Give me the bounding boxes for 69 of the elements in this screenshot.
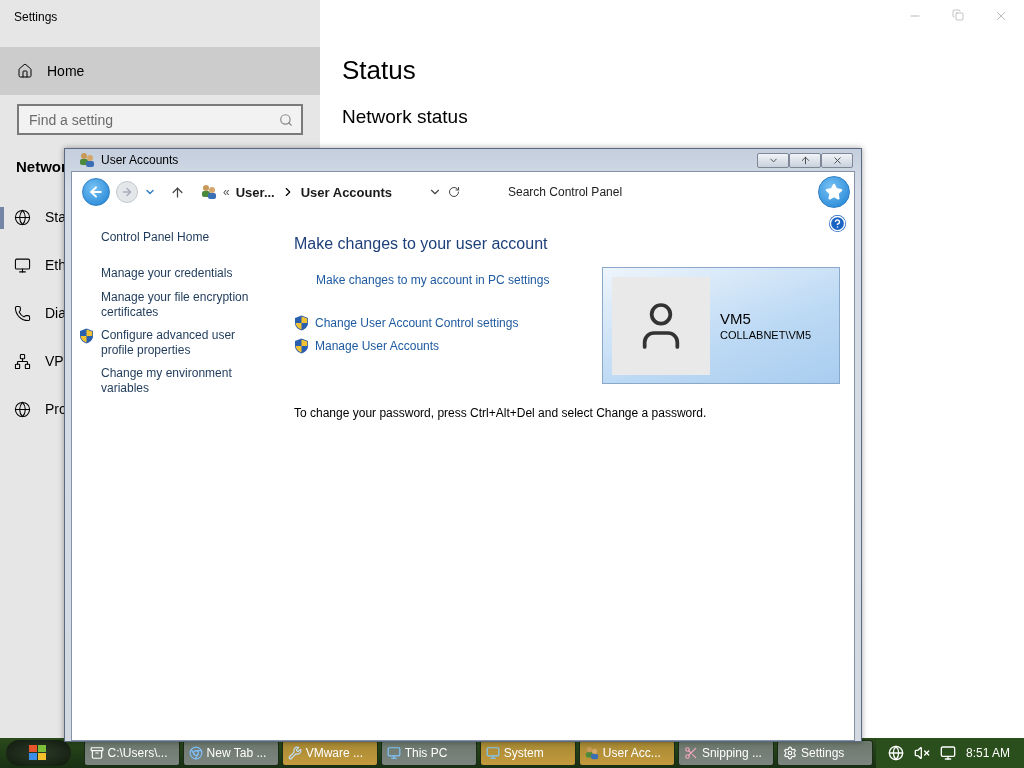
search-field[interactable]: Search Control Panel [506, 184, 810, 200]
window-title: Settings [13, 9, 59, 26]
account-name: COLLABNET\VM5 [720, 329, 812, 341]
phone-icon [14, 304, 31, 322]
star-icon [825, 183, 843, 201]
globe-icon [14, 400, 31, 418]
settings-icon [782, 746, 797, 760]
taskbar-button[interactable]: Settings [776, 740, 873, 766]
back-icon [88, 184, 104, 200]
windows-logo-icon [28, 744, 49, 762]
taskbar-button[interactable]: C:\Users\... [83, 740, 180, 766]
sidebar-link[interactable]: Change my environment variables [101, 366, 261, 396]
globe-icon[interactable] [888, 745, 904, 761]
refresh-button[interactable] [448, 186, 460, 198]
back-button[interactable] [82, 178, 110, 206]
scissors-icon [683, 746, 698, 760]
taskbar-button[interactable]: Snipping ... [677, 740, 774, 766]
nav-label: Home [47, 63, 85, 79]
sidebar-link[interactable]: Configure advanced user profile properties [101, 328, 261, 358]
clock[interactable]: 8:51 AM [966, 746, 1011, 760]
users-icon [584, 746, 599, 760]
search-field[interactable]: Find a setting [17, 104, 303, 135]
taskbar-button[interactable]: This PC [380, 740, 477, 766]
window-title: User Accounts [101, 153, 179, 167]
browser-icon [188, 746, 203, 760]
sidebar-link[interactable]: Manage your file encryption certificates [101, 290, 261, 320]
help-icon [829, 215, 846, 232]
nav-label[interactable]: VP [45, 353, 64, 369]
user-name: VM5 [720, 310, 752, 327]
task-link[interactable]: Change User Account Control settings [315, 316, 519, 330]
breadcrumb-item[interactable]: User Accounts [300, 184, 392, 200]
close-icon [831, 154, 843, 166]
sidebar-link[interactable]: Manage your credentials [101, 266, 261, 281]
maximize-button[interactable] [789, 152, 821, 168]
password-note: To change your password, press Ctrl+Alt+Del and select Change a password. [294, 406, 708, 420]
task-link[interactable]: Manage User Accounts [315, 339, 440, 353]
network-icon[interactable] [940, 745, 956, 761]
minimize-button[interactable] [757, 152, 789, 168]
network-icon [14, 352, 31, 370]
breadcrumb-item[interactable]: User... [235, 184, 275, 200]
monitor-icon [14, 256, 31, 274]
overflow-chevron[interactable]: « [223, 185, 230, 199]
section-heading: Network status [342, 106, 469, 128]
close-button[interactable] [821, 152, 853, 168]
forward-icon [121, 186, 133, 198]
section-heading: Networ [15, 157, 67, 177]
monitor-icon [485, 746, 500, 760]
sidebar-link[interactable]: Control Panel Home [101, 230, 261, 245]
help-button[interactable] [829, 215, 846, 232]
volume-muted-icon[interactable] [914, 745, 930, 761]
taskbar-button[interactable]: New Tab ... [182, 740, 279, 766]
users-icon [79, 152, 95, 168]
start-button[interactable] [6, 740, 71, 766]
page-heading: Make changes to your user account [294, 235, 549, 253]
globe-icon [14, 208, 31, 226]
page-title: Status [342, 55, 417, 86]
maximize-icon [799, 154, 811, 166]
archive-icon [89, 746, 104, 760]
wrench-icon [287, 746, 302, 760]
refresh-icon [448, 186, 460, 198]
search-icon [279, 112, 293, 127]
favorites-button[interactable] [818, 176, 850, 208]
task-link[interactable]: Make changes to my account in PC settings [316, 273, 550, 287]
home-icon [17, 63, 33, 79]
home-nav-item[interactable]: Home [0, 47, 320, 95]
up-button[interactable] [170, 184, 185, 200]
users-icon [201, 184, 217, 200]
search-placeholder: Find a setting [29, 111, 114, 128]
monitor-icon [386, 746, 401, 760]
